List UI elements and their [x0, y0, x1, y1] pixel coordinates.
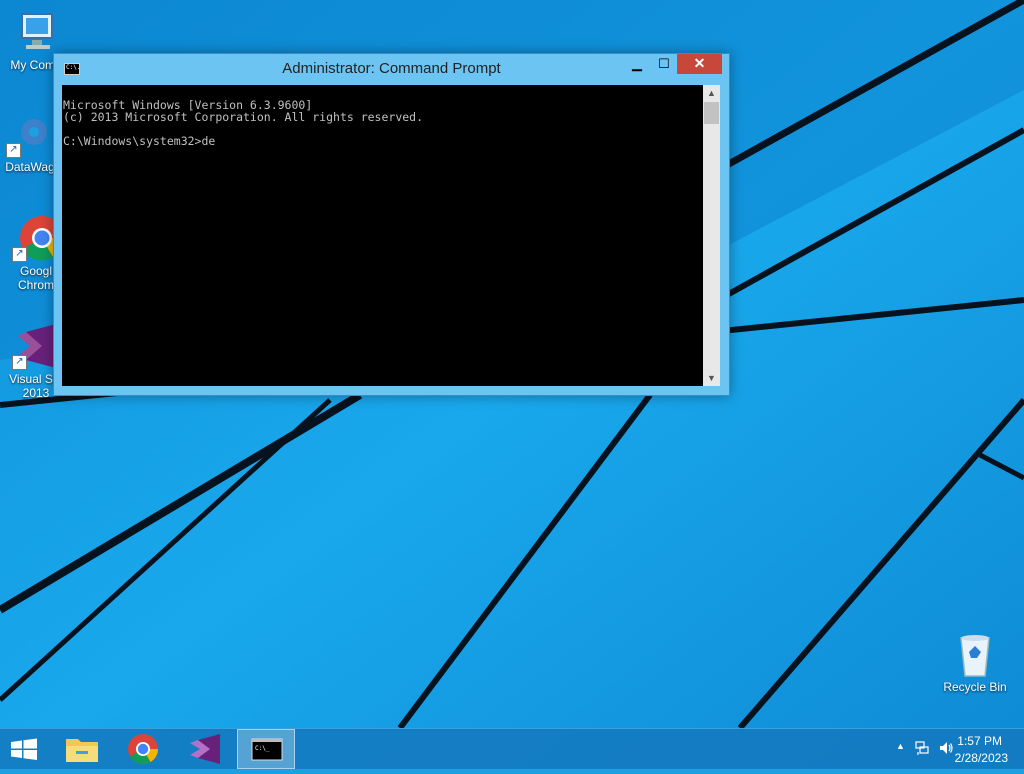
scroll-down-arrow-icon[interactable]: ▼ — [703, 370, 720, 386]
taskbar: C:\_ ▲ 1:57 PM 2/28/2023 — [0, 728, 1024, 769]
close-button[interactable]: ✕ — [677, 54, 722, 74]
scroll-thumb[interactable] — [704, 102, 719, 124]
console-line: (c) 2013 Microsoft Corporation. All righ… — [63, 110, 424, 124]
clock-time[interactable]: 1:57 PM — [957, 734, 1002, 748]
network-icon[interactable] — [914, 740, 930, 756]
start-button[interactable] — [0, 729, 48, 769]
computer-icon — [12, 8, 60, 56]
scroll-up-arrow-icon[interactable]: ▲ — [703, 85, 720, 101]
chrome-icon — [128, 734, 158, 765]
system-tray: ▲ 1:57 PM 2/28/2023 — [864, 729, 1024, 769]
svg-text:C:\_: C:\_ — [255, 745, 270, 752]
taskbar-command-prompt[interactable]: C:\_ — [237, 729, 295, 769]
windows-logo-icon — [11, 738, 37, 760]
visual-studio-icon — [190, 734, 220, 764]
show-hidden-icons-chevron-icon[interactable]: ▲ — [896, 741, 905, 751]
maximize-button[interactable]: ☐ — [651, 54, 677, 74]
desktop-icon-label: Recycle Bin — [943, 680, 1007, 694]
folder-icon — [66, 739, 98, 762]
console-line: C:\Windows\system32>de — [63, 134, 216, 148]
shortcut-arrow-icon: ↗ — [12, 247, 27, 262]
command-prompt-window[interactable]: C:\. Administrator: Command Prompt ▁ ☐ ✕… — [53, 53, 730, 396]
taskbar-chrome[interactable] — [114, 729, 172, 769]
taskbar-file-explorer[interactable] — [54, 729, 112, 769]
desktop-icon-recycle-bin[interactable]: Recycle Bin — [943, 630, 1007, 694]
console-output[interactable]: Microsoft Windows [Version 6.3.9600] (c) … — [62, 85, 703, 386]
datawagon-icon: ↗ — [6, 110, 54, 158]
clock-date[interactable]: 2/28/2023 — [955, 751, 1008, 765]
volume-icon[interactable] — [938, 740, 954, 756]
shortcut-arrow-icon: ↗ — [6, 143, 21, 158]
taskbar-visual-studio[interactable] — [176, 729, 234, 769]
window-titlebar[interactable]: C:\. Administrator: Command Prompt ▁ ☐ ✕ — [54, 54, 729, 85]
vertical-scrollbar[interactable]: ▲ ▼ — [703, 85, 720, 386]
cmd-icon: C:\_ — [251, 738, 283, 761]
minimize-button[interactable]: ▁ — [623, 54, 651, 74]
recycle-bin-icon — [951, 630, 999, 678]
shortcut-arrow-icon: ↗ — [12, 355, 27, 370]
